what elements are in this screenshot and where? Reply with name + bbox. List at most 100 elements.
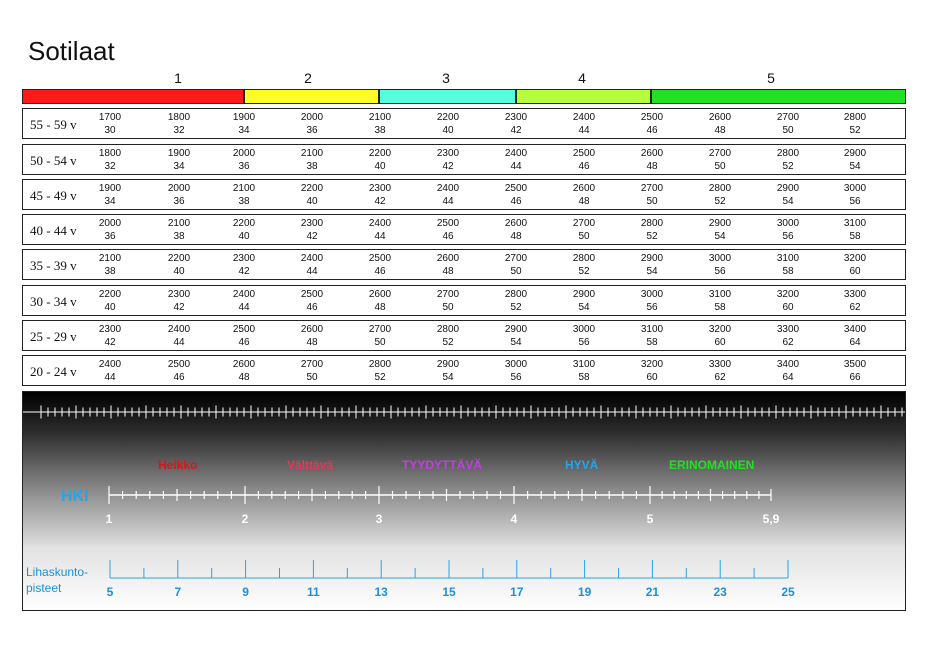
fitness-value: 62 — [714, 372, 726, 383]
fitness-value: 40 — [173, 266, 185, 277]
score-cell: 2500 46 — [159, 358, 199, 384]
fitness-value: 32 — [104, 161, 116, 172]
fitness-value: 30 — [104, 125, 116, 136]
score-cell: 2900 54 — [564, 288, 604, 314]
score-cell: 2600 48 — [564, 182, 604, 208]
level-label: 1 — [174, 70, 182, 86]
score-cell: 1900 34 — [224, 111, 264, 137]
score-cell: 2200 40 — [90, 288, 130, 314]
score-cell: 2700 50 — [496, 252, 536, 278]
score-cell: 2400 44 — [159, 323, 199, 349]
score-cell: 2500 46 — [292, 288, 332, 314]
fitness-value: 58 — [782, 266, 794, 277]
score-cell: 2500 46 — [360, 252, 400, 278]
fitness-value: 46 — [238, 337, 250, 348]
fitness-value: 58 — [849, 231, 861, 242]
score-cell: 2900 54 — [835, 147, 875, 173]
fitness-value: 34 — [238, 125, 250, 136]
run-distance: 3100 — [776, 253, 800, 264]
score-cell: 2300 42 — [224, 252, 264, 278]
hki-number: 5,9 — [762, 512, 780, 526]
score-cell: 3000 56 — [835, 182, 875, 208]
run-distance: 2300 — [232, 253, 256, 264]
run-distance: 2200 — [436, 112, 460, 123]
score-cell: 2100 38 — [224, 182, 264, 208]
score-cell: 2700 50 — [564, 217, 604, 243]
fitness-value: 48 — [442, 266, 454, 277]
fitness-value: 50 — [782, 125, 794, 136]
run-distance: 2900 — [504, 324, 528, 335]
score-cell: 2500 46 — [428, 217, 468, 243]
run-distance: 2400 — [504, 148, 528, 159]
run-distance: 2900 — [776, 183, 800, 194]
level-label: 5 — [767, 70, 775, 86]
fitness-value: 48 — [238, 372, 250, 383]
run-distance: 2400 — [572, 112, 596, 123]
age-row: 20 - 24 v 2400 44 2500 46 2600 48 2700 50 2800 52 2… — [22, 355, 906, 386]
score-cell: 2600 48 — [224, 358, 264, 384]
fitness-value: 44 — [374, 231, 386, 242]
lihaskunto-number: 25 — [781, 585, 795, 599]
fitness-value: 38 — [173, 231, 185, 242]
hki-number: 3 — [375, 512, 383, 526]
run-distance: 2600 — [640, 148, 664, 159]
score-cell: 2900 54 — [632, 252, 672, 278]
score-cell: 2600 48 — [292, 323, 332, 349]
fitness-value: 60 — [646, 372, 658, 383]
fitness-value: 50 — [442, 302, 454, 313]
run-distance: 2400 — [300, 253, 324, 264]
age-label: 35 - 39 v — [30, 258, 77, 273]
fitness-value: 40 — [306, 196, 318, 207]
run-distance: 3400 — [843, 324, 867, 335]
score-cell: 1800 32 — [159, 111, 199, 137]
run-distance: 3200 — [776, 289, 800, 300]
lihaskunto-number: 7 — [174, 585, 182, 599]
score-cell: 3300 62 — [700, 358, 740, 384]
fitness-value: 54 — [849, 161, 861, 172]
run-distance: 3000 — [640, 289, 664, 300]
level-band — [651, 89, 906, 104]
run-distance: 3000 — [776, 218, 800, 229]
fitness-value: 64 — [849, 337, 861, 348]
fitness-value: 44 — [306, 266, 318, 277]
fitness-value: 54 — [714, 231, 726, 242]
age-row: 45 - 49 v 1900 34 2000 36 2100 38 2200 40 2300 42 2… — [22, 179, 906, 210]
score-cell: 2500 46 — [564, 147, 604, 173]
age-label: 50 - 54 v — [30, 153, 77, 168]
age-label: 30 - 34 v — [30, 294, 77, 309]
age-row: 55 - 59 v 1700 30 1800 32 1900 34 2000 36 2100 38 2… — [22, 108, 906, 139]
run-distance: 2300 — [368, 183, 392, 194]
run-distance: 2700 — [300, 359, 324, 370]
fitness-value: 40 — [442, 125, 454, 136]
score-cell: 2100 38 — [159, 217, 199, 243]
run-distance: 2300 — [504, 112, 528, 123]
score-cell: 2800 52 — [700, 182, 740, 208]
fitness-value: 54 — [442, 372, 454, 383]
run-distance: 2300 — [98, 324, 122, 335]
run-distance: 2300 — [300, 218, 324, 229]
fitness-value: 64 — [782, 372, 794, 383]
run-distance: 2100 — [167, 218, 191, 229]
lihaskunto-label-line1: Lihaskunto- — [26, 565, 89, 579]
score-cell: 2700 50 — [428, 288, 468, 314]
run-distance: 2500 — [232, 324, 256, 335]
score-cell: 2800 52 — [632, 217, 672, 243]
score-cell: 3000 56 — [700, 252, 740, 278]
fitness-value: 40 — [374, 161, 386, 172]
score-cell: 2400 44 — [360, 217, 400, 243]
fitness-value: 48 — [646, 161, 658, 172]
run-distance: 2600 — [232, 359, 256, 370]
level-band — [244, 89, 379, 104]
run-distance: 2800 — [843, 112, 867, 123]
run-distance: 2500 — [640, 112, 664, 123]
score-cell: 2100 38 — [360, 111, 400, 137]
run-distance: 2500 — [300, 289, 324, 300]
run-distance: 2200 — [167, 253, 191, 264]
fitness-value: 36 — [238, 161, 250, 172]
fitness-value: 60 — [714, 337, 726, 348]
fitness-value: 56 — [849, 196, 861, 207]
age-label: 40 - 44 v — [30, 223, 77, 238]
score-cell: 2100 38 — [90, 252, 130, 278]
fitness-value: 54 — [578, 302, 590, 313]
run-distance: 2600 — [572, 183, 596, 194]
